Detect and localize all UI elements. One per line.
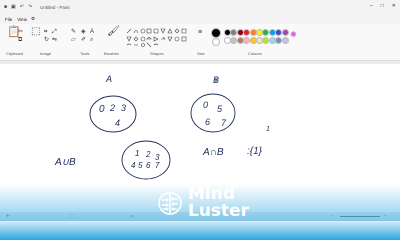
group-label-image: Image: [40, 51, 52, 56]
flip-icon[interactable]: ⇋: [52, 37, 57, 43]
paint-app-icon: ■: [4, 4, 8, 10]
side-mark: 1: [266, 126, 270, 133]
group-label-tools: Tools: [80, 51, 90, 56]
brand-wordmark: Mind Luster: [188, 186, 249, 220]
pencil-icon[interactable]: ✎: [71, 29, 76, 35]
eraser-icon[interactable]: ▱: [71, 37, 76, 43]
select-icon[interactable]: ⬚: [31, 27, 40, 37]
color-picker-icon[interactable]: ✐: [81, 37, 86, 43]
maximize-icon[interactable]: □: [381, 3, 384, 9]
close-icon[interactable]: ✕: [392, 3, 396, 9]
save-icon[interactable]: ▣: [11, 4, 16, 10]
menu-view[interactable]: View: [17, 17, 27, 22]
union-element: 5: [138, 161, 143, 170]
set-b-label: B: [213, 75, 219, 85]
resize-icon[interactable]: ⤢: [52, 29, 57, 35]
size-icon[interactable]: ≡: [198, 29, 202, 36]
set-a-element: 4: [115, 118, 120, 128]
menu-file[interactable]: File: [5, 17, 12, 22]
menu-bar: File View ⚙: [0, 14, 400, 24]
brush-icon[interactable]: 🖌: [107, 27, 120, 37]
text-icon[interactable]: A: [90, 29, 94, 35]
cut-icon[interactable]: ✂: [18, 29, 23, 35]
fill-icon[interactable]: ◈: [81, 29, 86, 35]
union-element: 1: [135, 149, 139, 158]
brain-logo-icon: [158, 192, 182, 215]
brand-line-2: Luster: [188, 201, 250, 221]
union-label: A∪B: [54, 157, 76, 168]
union-element: 6: [146, 161, 151, 170]
intersection-result: :{1}: [247, 146, 263, 157]
group-label-shapes: Shapes: [150, 51, 164, 56]
set-a-element: 3: [121, 103, 126, 113]
intersection-label: A∩B: [202, 147, 224, 158]
magnifier-icon[interactable]: ⌕: [90, 37, 93, 43]
title-bar: ■ ▣ ↶ ↷ Untitled - Paint – □ ✕: [0, 0, 400, 14]
union-element: 4: [131, 161, 136, 170]
edit-colors-icon[interactable]: ✺: [290, 31, 297, 39]
copy-icon[interactable]: ⧉: [18, 37, 22, 43]
shapes-gallery[interactable]: [126, 28, 188, 48]
set-b-element: 5: [217, 104, 223, 114]
settings-icon[interactable]: ⚙: [31, 16, 35, 22]
palette-swatch[interactable]: [281, 37, 289, 44]
group-label-brushes: Brushes: [104, 51, 119, 56]
group-label-size: Size: [197, 51, 205, 56]
window-title: Untitled - Paint: [40, 4, 70, 10]
union-element: 7: [155, 161, 160, 170]
group-label-clipboard: Clipboard: [6, 51, 24, 56]
set-b-element: 0: [203, 100, 208, 110]
color-1-swatch[interactable]: [211, 28, 221, 38]
union-circle: [121, 140, 171, 180]
redo-icon[interactable]: ↷: [28, 4, 32, 10]
minimize-icon[interactable]: –: [370, 3, 373, 9]
group-label-colours: Colours: [248, 51, 262, 56]
palette-swatch[interactable]: [281, 29, 289, 36]
set-b-element: 7: [221, 118, 227, 128]
color-2-swatch[interactable]: [212, 38, 220, 46]
set-a-element: 0: [99, 104, 105, 115]
crop-icon[interactable]: ⌗: [44, 29, 47, 35]
undo-icon[interactable]: ↶: [20, 4, 24, 10]
set-a-circle: [89, 95, 137, 133]
taskbar-area: [0, 221, 400, 240]
set-b-element: 6: [205, 117, 210, 127]
set-a-element: 2: [109, 103, 115, 113]
set-b-circle: [190, 93, 236, 133]
union-element: 2: [145, 150, 151, 159]
rotate-icon[interactable]: ↻: [44, 37, 49, 43]
ribbon: 📋 ✂ ⧉ Clipboard ⬚ ⌗ ⤢ ↻ ⇋ Image ✎ ◈ A ▱ …: [0, 24, 400, 61]
set-a-label: A: [105, 74, 112, 84]
